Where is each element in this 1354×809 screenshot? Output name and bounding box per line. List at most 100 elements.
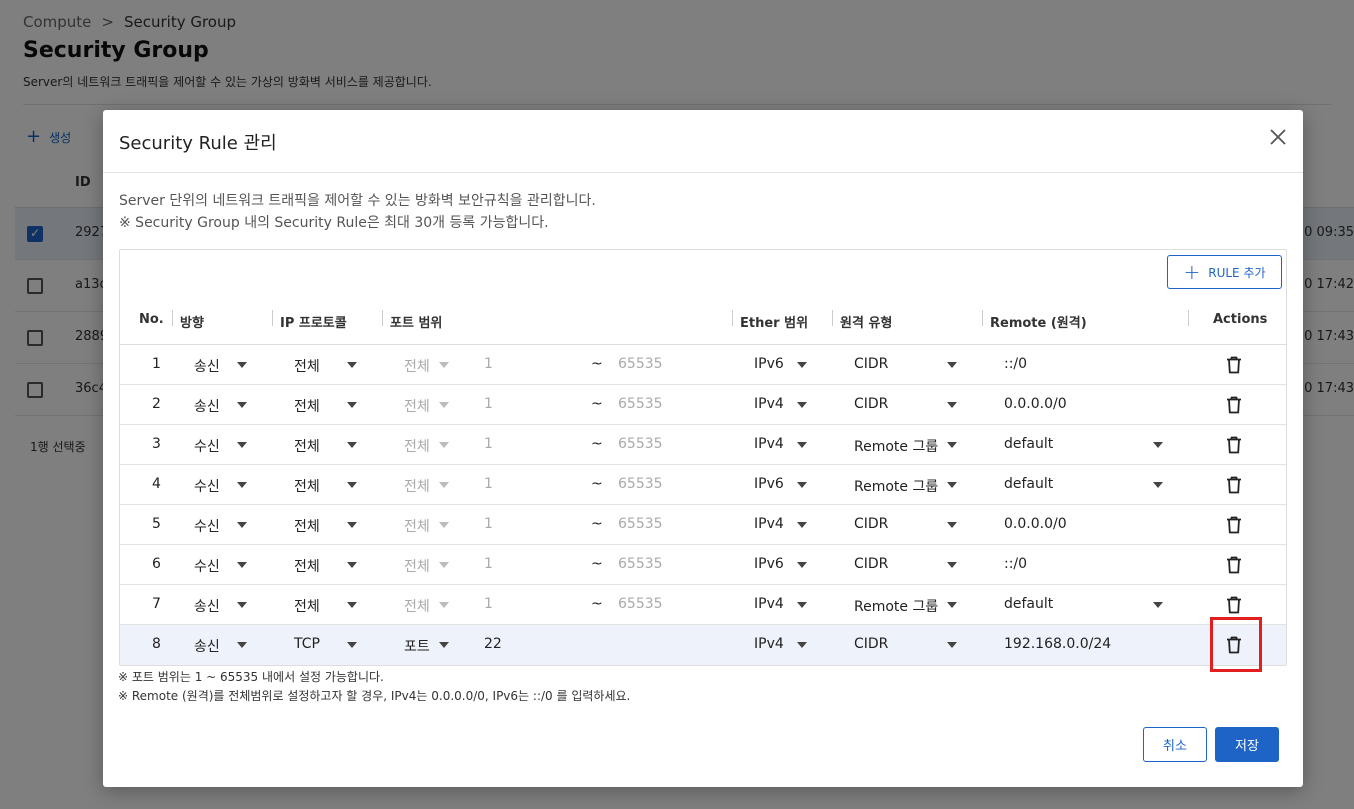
port-range-tilde: ~ [591,596,603,612]
remote-field[interactable]: 192.168.0.0/24 [1004,636,1111,652]
remote-field[interactable]: default [1004,596,1053,612]
dialog-description: Server 단위의 네트워크 트래픽을 제어할 수 있는 방화벽 보안규칙을 … [119,190,596,234]
port-type-select[interactable]: 포트 [404,636,430,656]
rule-no: 5 [152,516,161,532]
chevron-down-icon [439,522,449,528]
rule-row: 8 송신 TCP 포트 22 IPv4 CIDR 192.168.0.0/24 [120,625,1286,665]
rule-row: 4 수신 전체 전체 1 ~65535 IPv6 Remote 그룹 default [120,465,1286,505]
ether-select[interactable]: IPv4 [754,436,784,452]
protocol-select[interactable]: 전체 [294,476,320,496]
rule-row: 1 송신 전체 전체 1 ~65535 IPv6 CIDR::/0 [120,345,1286,385]
rule-row: 5 수신 전체 전체 1 ~65535 IPv4 CIDR 0.0.0.0/0 [120,505,1286,545]
protocol-select[interactable]: TCP [294,636,320,652]
remote-type-select[interactable]: CIDR [854,556,888,572]
chevron-down-icon [237,642,247,648]
security-rule-dialog: Security Rule 관리 Server 단위의 네트워크 트래픽을 제어… [103,110,1303,787]
direction-select[interactable]: 수신 [194,516,220,536]
add-rule-label: RULE 추가 [1208,265,1266,280]
remote-field[interactable]: ::/0 [1004,356,1027,372]
port-range-tilde: ~ [591,476,603,492]
dialog-header: Security Rule 관리 [103,110,1303,173]
header-separator [272,310,273,326]
chevron-down-icon [347,402,357,408]
protocol-select[interactable]: 전체 [294,596,320,616]
chevron-down-icon [237,482,247,488]
ether-select[interactable]: IPv4 [754,636,784,652]
rule-no: 1 [152,356,161,372]
remote-field[interactable]: default [1004,476,1053,492]
chevron-down-icon [1153,442,1163,448]
delete-rule-icon[interactable] [1226,516,1242,534]
remote-type-select[interactable]: Remote 그룹 [854,476,938,496]
direction-select[interactable]: 수신 [194,556,220,576]
delete-rule-icon[interactable] [1226,476,1242,494]
protocol-select[interactable]: 전체 [294,436,320,456]
direction-select[interactable]: 수신 [194,436,220,456]
remote-type-select[interactable]: Remote 그룹 [854,596,938,616]
save-button[interactable]: 저장 [1215,727,1279,762]
add-rule-button[interactable]: + RULE 추가 [1167,255,1282,289]
remote-field[interactable]: ::/0 [1004,556,1027,572]
chevron-down-icon [237,562,247,568]
delete-rule-icon[interactable] [1226,356,1242,374]
remote-type-select[interactable]: CIDR [854,396,888,412]
direction-select[interactable]: 송신 [194,596,220,616]
port-type-select: 전체 [404,359,430,375]
direction-select[interactable]: 송신 [194,636,220,656]
port-range-tilde: ~ [591,396,603,412]
direction-select[interactable]: 송신 [194,356,220,376]
protocol-select[interactable]: 전체 [294,396,320,416]
port-from-input[interactable]: 22 [484,636,502,652]
ether-select[interactable]: IPv6 [754,556,784,572]
port-to-input: 65535 [618,396,663,412]
delete-rule-icon[interactable] [1226,396,1242,414]
protocol-select[interactable]: 전체 [294,556,320,576]
remote-field[interactable]: 0.0.0.0/0 [1004,516,1067,532]
header-separator [732,310,733,326]
chevron-down-icon [947,522,957,528]
header-separator [1188,310,1189,326]
ether-select[interactable]: IPv4 [754,396,784,412]
port-range-tilde: ~ [591,516,603,532]
port-type-select: 전체 [404,439,430,455]
delete-rule-icon[interactable] [1226,436,1242,454]
rule-no: 4 [152,476,161,492]
header-no: No. [139,312,164,327]
remote-type-select[interactable]: CIDR [854,356,888,372]
chevron-down-icon [237,602,247,608]
protocol-select[interactable]: 전체 [294,356,320,376]
chevron-down-icon [237,442,247,448]
close-icon[interactable] [1269,126,1287,150]
rules-table-header: No. 방향 IP 프로토콜 포트 범위 Ether 범위 원격 유형 Remo… [120,298,1286,345]
port-to-input: 65535 [618,356,663,372]
port-type-select: 전체 [404,519,430,535]
direction-select[interactable]: 수신 [194,476,220,496]
description-line-1: Server 단위의 네트워크 트래픽을 제어할 수 있는 방화벽 보안규칙을 … [119,193,596,209]
ether-select[interactable]: IPv4 [754,596,784,612]
remote-field[interactable]: 0.0.0.0/0 [1004,396,1067,412]
remote-type-select[interactable]: Remote 그룹 [854,436,938,456]
header-remote-type: 원격 유형 [840,316,893,331]
ether-select[interactable]: IPv4 [754,516,784,532]
remote-type-select[interactable]: CIDR [854,636,888,652]
chevron-down-icon [797,522,807,528]
delete-rule-icon[interactable] [1226,596,1242,614]
ether-select[interactable]: IPv6 [754,476,784,492]
port-type-select: 전체 [404,479,430,495]
remote-type-select[interactable]: CIDR [854,516,888,532]
cancel-button[interactable]: 취소 [1143,727,1207,762]
delete-rule-icon[interactable] [1226,556,1242,574]
port-from-input: 1 [484,356,493,372]
chevron-down-icon [439,482,449,488]
protocol-select[interactable]: 전체 [294,516,320,536]
chevron-down-icon [347,642,357,648]
highlight-box [1210,617,1262,672]
chevron-down-icon [237,522,247,528]
chevron-down-icon [347,482,357,488]
port-to-input: 65535 [618,516,663,532]
ether-select[interactable]: IPv6 [754,356,784,372]
direction-select[interactable]: 송신 [194,396,220,416]
port-range-tilde: ~ [591,556,603,572]
header-separator [382,310,383,326]
remote-field[interactable]: default [1004,436,1053,452]
